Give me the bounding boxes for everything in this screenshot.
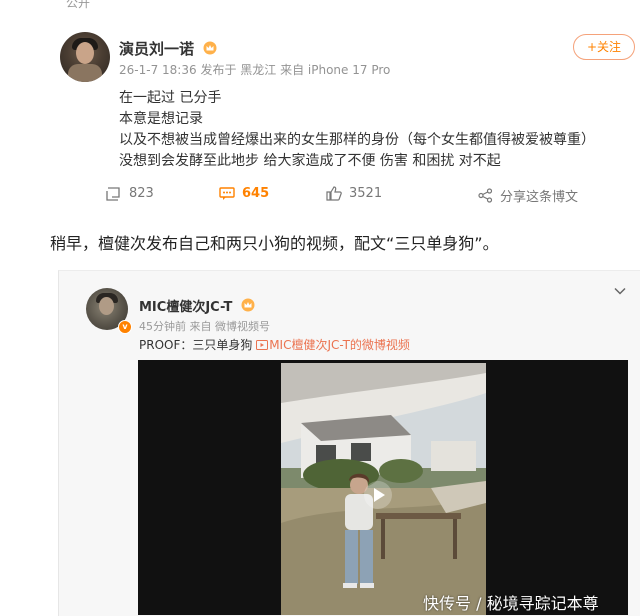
embedded-author-name[interactable]: MIC檀健次JC-T xyxy=(139,300,232,315)
embedded-source: 来自 微博视频号 xyxy=(189,320,271,333)
author-name[interactable]: 演员刘一诺 xyxy=(119,40,194,58)
watermark: 快传号 / 秘境寻踪记本尊 xyxy=(423,594,599,613)
embedded-text-body: PROOF：三只单身狗 xyxy=(139,338,257,352)
comment-icon xyxy=(219,186,235,200)
post-line: 没想到会发酵至此地步 给大家造成了不便 伤害 和困扰 对不起 xyxy=(119,153,501,169)
author-avatar[interactable] xyxy=(60,32,110,82)
like-count: 3521 xyxy=(349,186,383,201)
video-link[interactable]: MIC檀健次JC-T的微博视频 xyxy=(256,338,410,352)
video-link-label: MIC檀健次JC-T的微博视频 xyxy=(269,338,410,352)
like-button[interactable]: 3521 xyxy=(326,186,382,201)
comment-button[interactable]: 645 xyxy=(219,186,269,201)
post-meta: 26-1-7 18:36 发布于 黑龙江 来自 iPhone 17 Pro xyxy=(119,61,390,78)
play-icon[interactable] xyxy=(363,480,393,510)
author-name-row: 演员刘一诺 xyxy=(119,38,217,59)
crown-badge-icon xyxy=(203,41,217,55)
share-button[interactable]: 分享这条博文 xyxy=(478,186,578,205)
post-device: 来自 iPhone 17 Pro xyxy=(280,63,391,77)
video-link-icon xyxy=(256,340,269,350)
embedded-text: PROOF：三只单身狗 MIC檀健次JC-T的微博视频 xyxy=(139,336,410,353)
embedded-time[interactable]: 45分钟前 xyxy=(139,320,186,333)
follow-button[interactable]: +关注 xyxy=(573,34,635,60)
chevron-down-icon[interactable] xyxy=(613,284,627,298)
post-line: 本意是想记录 xyxy=(119,111,203,127)
post-line: 在一起过 已分手 xyxy=(119,90,222,106)
share-icon xyxy=(478,188,493,203)
post-location: 发布于 黑龙江 xyxy=(200,63,277,77)
repost-button[interactable]: 823 xyxy=(106,186,154,201)
embedded-author-row: MIC檀健次JC-T xyxy=(139,296,255,315)
post-text: 在一起过 已分手 本意是想记录 以及不想被当成曾经爆出来的女生那样的身份（每个女… xyxy=(119,88,595,172)
thumbs-up-icon xyxy=(326,186,342,201)
verified-badge-icon: v xyxy=(118,320,132,334)
post-line: 以及不想被当成曾经爆出来的女生那样的身份（每个女生都值得被爱被尊重） xyxy=(119,132,595,148)
share-label: 分享这条博文 xyxy=(500,190,579,205)
crown-badge-icon xyxy=(241,298,255,312)
repost-count: 823 xyxy=(129,186,154,201)
embedded-meta: 45分钟前 来自 微博视频号 xyxy=(139,318,270,334)
article-caption: 稍早，檀健次发布自己和两只小狗的视频，配文“三只单身狗”。 xyxy=(50,234,499,253)
repost-icon xyxy=(106,186,120,201)
visibility-label: 公开 xyxy=(66,0,91,10)
comment-count: 645 xyxy=(242,186,270,201)
post-timestamp[interactable]: 26-1-7 18:36 xyxy=(119,63,197,77)
